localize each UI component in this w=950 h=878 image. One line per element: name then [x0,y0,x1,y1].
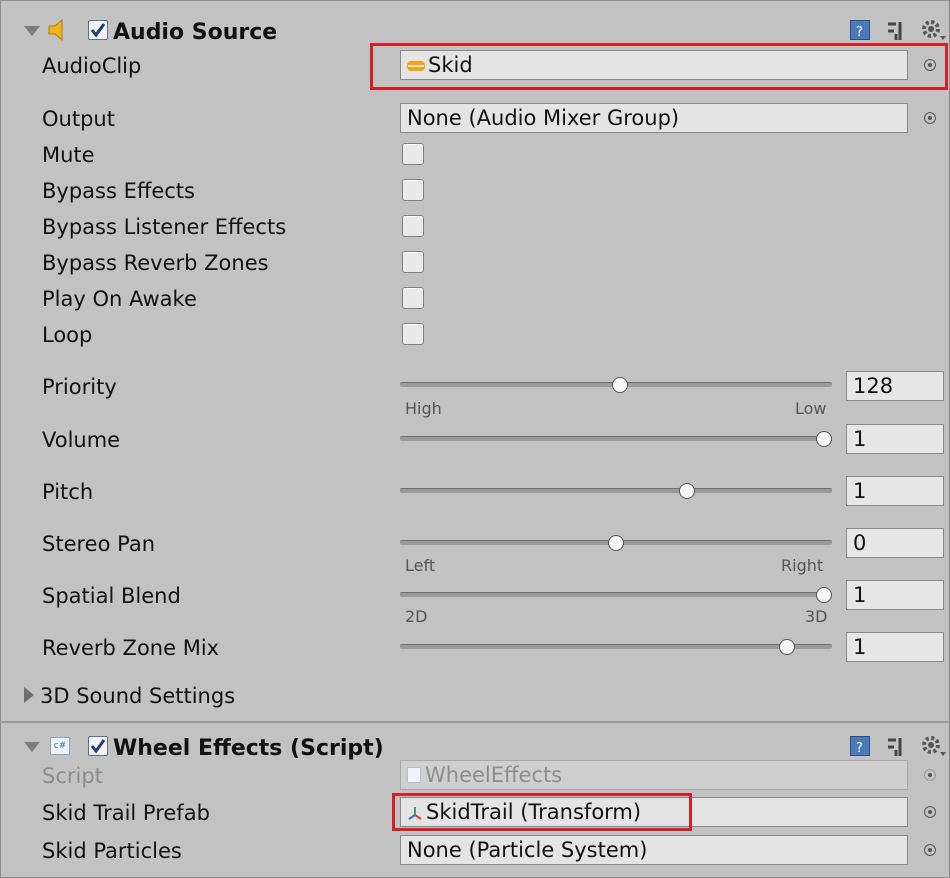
volume-label: Volume [42,428,121,452]
preset-sliders-icon[interactable] [884,20,906,42]
component-divider [0,721,950,723]
bypass-effects-checkbox[interactable] [402,179,424,201]
skid-particles-field[interactable]: None (Particle System) [400,835,908,865]
gear-icon[interactable] [920,18,948,44]
foldout-arrow-icon[interactable] [24,687,34,703]
spatial-blend-slider-track[interactable] [400,592,832,597]
object-picker-icon[interactable] [924,844,936,856]
toggle-label: Play On Awake [42,287,197,311]
volume-slider-track[interactable] [400,436,832,441]
priority-max-label: Low [795,399,827,418]
reverb-zone-mix-label: Reverb Zone Mix [42,636,220,660]
audioclip-label: AudioClip [42,54,142,78]
foldout-arrow-icon[interactable] [24,26,40,36]
priority-value-field[interactable]: 128 [846,371,944,401]
reverb-zone-mix-value-field[interactable]: 1 [846,632,944,662]
highlight-box [370,43,948,90]
output-value: None (Audio Mixer Group) [407,106,680,130]
pitch-slider-track[interactable] [400,488,832,493]
skid-particles-value: None (Particle System) [407,838,648,862]
component-enabled-checkbox[interactable] [88,736,108,756]
component-enabled-checkbox[interactable] [88,20,108,40]
bypass-listener-effects-checkbox[interactable] [402,215,424,237]
stereo-pan-slider-thumb[interactable] [608,535,624,551]
priority-slider-thumb[interactable] [612,377,628,393]
reverb-zone-mix-slider-track[interactable] [400,644,832,649]
stereo-pan-min-label: Left [405,556,436,575]
toggle-label: Bypass Listener Effects [42,215,287,239]
priority-min-label: High [405,399,442,418]
foldout-arrow-icon[interactable] [24,742,40,752]
csharp-script-icon: c# [50,737,70,755]
volume-value-field[interactable]: 1 [846,424,944,454]
bypass-reverb-zones-checkbox[interactable] [402,251,424,273]
loop-checkbox[interactable] [402,323,424,345]
toggle-label: Loop [42,323,93,347]
svg-text:?: ? [856,25,863,40]
output-field[interactable]: None (Audio Mixer Group) [400,103,908,133]
play-on-awake-checkbox[interactable] [402,287,424,309]
3d-sound-settings-foldout[interactable]: 3D Sound Settings [40,684,235,708]
help-book-icon[interactable]: ? [850,736,870,756]
toggle-label: Bypass Effects [42,179,195,203]
svg-text:?: ? [856,741,863,756]
skid-particles-label: Skid Particles [42,839,182,863]
reverb-zone-mix-slider-thumb[interactable] [779,639,795,655]
spatial-blend-slider-thumb[interactable] [816,587,832,603]
toggle-label: Mute [42,143,95,167]
object-picker-icon [924,769,936,781]
speaker-icon [45,18,71,42]
volume-slider-thumb[interactable] [816,431,832,447]
skid-trail-prefab-label: Skid Trail Prefab [42,801,210,825]
stereo-pan-max-label: Right [781,556,824,575]
component-title: Wheel Effects (Script) [113,736,384,761]
spatial-blend-value-field[interactable]: 1 [846,580,944,610]
toggle-label: Bypass Reverb Zones [42,251,269,275]
script-value: WheelEffects [425,763,563,787]
stereo-pan-value-field[interactable]: 0 [846,528,944,558]
mute-checkbox[interactable] [402,143,424,165]
preset-sliders-icon[interactable] [884,736,906,758]
spatial-blend-min-label: 2D [405,607,428,626]
script-field: WheelEffects [400,760,908,790]
gear-icon[interactable] [920,734,948,760]
output-label: Output [42,107,115,131]
pitch-slider-thumb[interactable] [679,483,695,499]
component-title: Audio Source [113,20,278,45]
priority-label: Priority [42,375,117,399]
spatial-blend-max-label: 3D [805,607,828,626]
script-label: Script [42,764,103,788]
pitch-label: Pitch [42,480,94,504]
pitch-value-field[interactable]: 1 [846,476,944,506]
highlight-box [392,793,692,831]
spatial-blend-label: Spatial Blend [42,584,181,608]
object-picker-icon[interactable] [924,112,936,124]
help-book-icon[interactable]: ? [850,20,870,40]
csharp-script-icon [407,767,421,783]
stereo-pan-label: Stereo Pan [42,532,155,556]
object-picker-icon[interactable] [924,806,936,818]
